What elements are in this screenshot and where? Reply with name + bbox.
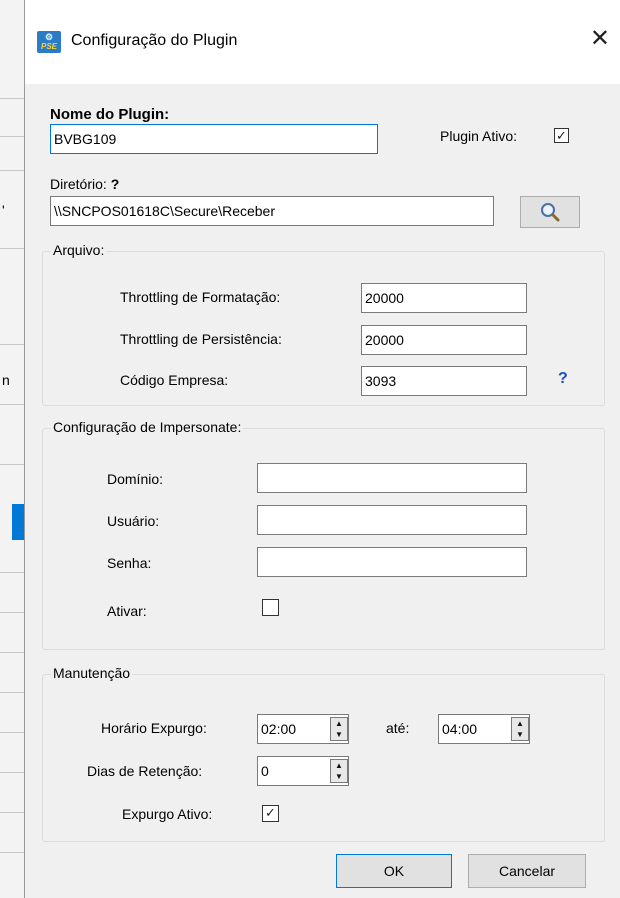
search-icon	[541, 203, 560, 222]
bg-divider	[0, 136, 24, 137]
cancel-button[interactable]: Cancelar	[468, 854, 586, 888]
company-code-input[interactable]: 3093	[361, 366, 527, 396]
bg-divider	[0, 612, 24, 613]
bg-divider	[0, 170, 24, 171]
password-label: Senha:	[107, 555, 152, 571]
purge-active-label: Expurgo Ativo:	[122, 806, 213, 822]
bg-divider	[0, 692, 24, 693]
spin-up-icon[interactable]: ▲	[331, 718, 347, 729]
spin-down-icon[interactable]: ▼	[512, 729, 528, 740]
bg-divider	[0, 812, 24, 813]
activate-impersonate-checkbox[interactable]	[262, 599, 279, 616]
retention-label: Dias de Retenção:	[87, 763, 203, 779]
throttling-format-label: Throttling de Formatação:	[120, 289, 281, 305]
directory-input[interactable]: \\SNCPOS01618C\Secure\Receber	[50, 196, 494, 226]
close-icon[interactable]: ✕	[590, 27, 610, 51]
password-input[interactable]	[257, 547, 527, 577]
bg-fragment: n	[2, 372, 10, 388]
manutencao-group-title: Manutenção	[51, 665, 133, 681]
bg-selected-row	[12, 504, 24, 540]
bg-divider	[0, 464, 24, 465]
bg-divider	[0, 98, 24, 99]
arquivo-group: Arquivo: Throttling de Formatação: 20000…	[42, 242, 605, 406]
plugin-active-label: Plugin Ativo:	[440, 128, 518, 144]
impersonate-group: Configuração de Impersonate: Domínio: Us…	[42, 419, 605, 650]
user-input[interactable]	[257, 505, 527, 535]
bg-divider	[0, 248, 24, 249]
purge-to-spinner[interactable]: ▲ ▼	[511, 717, 529, 741]
bg-divider	[0, 572, 24, 573]
domain-input[interactable]	[257, 463, 527, 493]
pse-app-icon: ⚙ PSE	[37, 31, 61, 53]
background-app: ' n	[0, 0, 24, 898]
bg-fragment: '	[2, 202, 5, 218]
retention-spinner[interactable]: ▲ ▼	[330, 759, 348, 783]
bg-divider	[0, 772, 24, 773]
throttling-persist-label: Throttling de Persistência:	[120, 331, 282, 347]
bg-divider	[0, 652, 24, 653]
purge-from-spinner[interactable]: ▲ ▼	[330, 717, 348, 741]
until-label: até:	[386, 720, 410, 736]
company-code-label: Código Empresa:	[120, 372, 229, 388]
manutencao-group: Manutenção Horário Expurgo: 02:00 ▲ ▼ até…	[42, 665, 605, 842]
impersonate-group-title: Configuração de Impersonate:	[51, 419, 244, 435]
spin-down-icon[interactable]: ▼	[331, 729, 347, 740]
purge-active-checkbox[interactable]: ✓	[262, 805, 279, 822]
arquivo-group-title: Arquivo:	[51, 242, 107, 258]
bg-divider	[0, 852, 24, 853]
spin-up-icon[interactable]: ▲	[331, 760, 347, 771]
purge-time-label: Horário Expurgo:	[101, 720, 207, 736]
throttling-format-input[interactable]: 20000	[361, 283, 527, 313]
plugin-name-input[interactable]: BVBG109	[50, 124, 378, 154]
throttling-persist-input[interactable]: 20000	[361, 325, 527, 355]
bg-divider	[0, 732, 24, 733]
company-code-help-icon[interactable]: ?	[558, 370, 568, 388]
spin-up-icon[interactable]: ▲	[512, 718, 528, 729]
activate-label: Ativar:	[107, 603, 147, 619]
plugin-name-label: Nome do Plugin:	[50, 106, 170, 123]
browse-directory-button[interactable]	[520, 196, 580, 228]
window-title: Configuração do Plugin	[71, 32, 238, 49]
plugin-active-checkbox[interactable]: ✓	[554, 128, 569, 143]
directory-label: Diretório: ?	[50, 176, 120, 192]
spin-down-icon[interactable]: ▼	[331, 771, 347, 782]
dialog-content: Nome do Plugin: BVBG109 Plugin Ativo: ✓ …	[25, 84, 620, 898]
domain-label: Domínio:	[107, 471, 164, 487]
ok-button[interactable]: OK	[336, 854, 452, 888]
user-label: Usuário:	[107, 513, 160, 529]
title-bar[interactable]: ⚙ PSE Configuração do Plugin ✕	[25, 0, 620, 84]
plugin-config-dialog: ⚙ PSE Configuração do Plugin ✕ Nome do P…	[24, 0, 620, 898]
bg-divider	[0, 344, 24, 345]
directory-help-icon[interactable]: ?	[111, 176, 120, 192]
bg-divider	[0, 404, 24, 405]
